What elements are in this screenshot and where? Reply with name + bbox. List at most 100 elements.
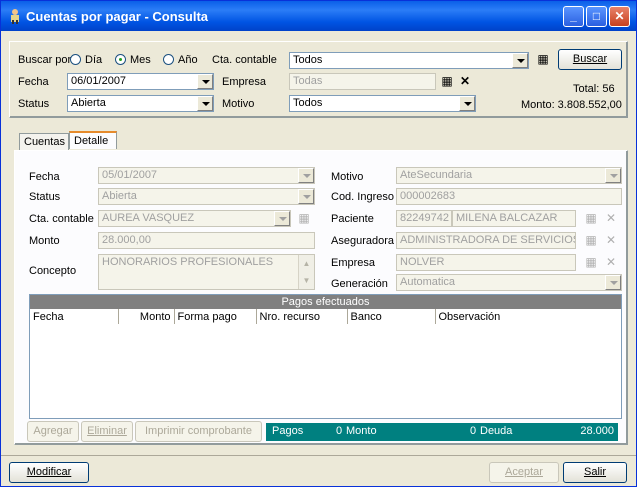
- detail-panel: Fecha 05/01/2007 Status Abierta Cta. con…: [14, 150, 628, 445]
- detail-concepto-textarea[interactable]: HONORARIOS PROFESIONALES ▲ ▼: [98, 254, 315, 290]
- detail-motivo-select[interactable]: AteSecundaria: [396, 167, 622, 184]
- detail-generacion-value: Automatica: [400, 276, 456, 288]
- payments-header: Fecha Monto Forma pago Nro. recurso Banc…: [30, 309, 621, 324]
- empresa-field[interactable]: Todas: [289, 73, 436, 90]
- aceptar-button[interactable]: Aceptar: [489, 462, 559, 483]
- col-banco[interactable]: Banco: [347, 309, 436, 324]
- agregar-button[interactable]: Agregar: [27, 421, 79, 442]
- detail-monto-field[interactable]: 28.000,00: [98, 232, 315, 249]
- buscar-por-label: Buscar por: [18, 54, 72, 66]
- chevron-down-icon[interactable]: [274, 211, 290, 226]
- scroll-arrows-icon[interactable]: ▲ ▼: [298, 255, 314, 289]
- col-observacion[interactable]: Observación: [435, 309, 621, 324]
- cta-contable-label: Cta. contable: [212, 54, 277, 66]
- clear-icon[interactable]: ✕: [456, 73, 474, 90]
- motivo-value: Todos: [293, 97, 323, 109]
- deuda-label: Deuda: [480, 425, 513, 437]
- filter-panel: Buscar por Día Mes Año Cta. contable Tod…: [9, 41, 628, 118]
- detail-cod-label: Cod. Ingreso: [331, 191, 394, 203]
- status-select[interactable]: Abierta: [67, 95, 214, 112]
- total-text: Total: 56: [573, 83, 615, 95]
- col-monto[interactable]: Monto: [118, 309, 175, 324]
- radio-anio[interactable]: [163, 54, 174, 65]
- close-button[interactable]: ✕: [609, 6, 630, 27]
- detail-empresa-label: Empresa: [331, 257, 376, 269]
- buscar-button[interactable]: Buscar: [558, 49, 622, 70]
- detail-aseguradora-label: Aseguradora: [331, 235, 394, 247]
- chevron-down-icon[interactable]: [197, 74, 213, 89]
- detail-monto-label: Monto: [29, 235, 60, 247]
- radio-dia-label: Día: [85, 54, 103, 66]
- detail-empresa-field[interactable]: NOLVER: [396, 254, 576, 271]
- minimize-button[interactable]: _: [563, 6, 584, 27]
- summary-bar: Pagos 0 Monto 0 Deuda 28.000: [266, 423, 618, 441]
- eliminar-button[interactable]: Eliminar: [81, 421, 133, 442]
- tab-cuentas[interactable]: Cuentas: [19, 133, 69, 151]
- radio-anio-label: Año: [178, 54, 198, 66]
- motivo-select[interactable]: Todos: [289, 95, 476, 112]
- grid-icon[interactable]: ▦: [295, 210, 313, 227]
- deuda-value: 28.000: [580, 425, 614, 437]
- title-bar[interactable]: Cuentas por pagar - Consulta _ □ ✕: [1, 1, 636, 31]
- salir-button[interactable]: Salir: [563, 462, 627, 483]
- clear-icon[interactable]: ✕: [602, 210, 620, 227]
- detail-generacion-label: Generación: [331, 278, 388, 290]
- chevron-down-icon[interactable]: [605, 275, 621, 290]
- col-fecha[interactable]: Fecha: [30, 309, 119, 324]
- chevron-down-icon[interactable]: [298, 189, 314, 204]
- app-icon: [11, 9, 19, 24]
- detail-cta-value: AUREA VASQUEZ: [102, 212, 195, 224]
- detail-status-select[interactable]: Abierta: [98, 188, 315, 205]
- detail-fecha-value: 05/01/2007: [102, 169, 158, 181]
- empresa-label: Empresa: [222, 76, 267, 88]
- detail-fecha-label: Fecha: [29, 171, 60, 183]
- detail-concepto-value: HONORARIOS PROFESIONALES: [102, 256, 274, 268]
- detail-motivo-label: Motivo: [331, 171, 364, 183]
- monto-label: Monto: [346, 425, 377, 437]
- maximize-button[interactable]: □: [586, 6, 607, 27]
- footer-divider: [1, 455, 636, 456]
- grid-icon[interactable]: ▦: [582, 254, 600, 271]
- fecha-value: 06/01/2007: [71, 75, 127, 87]
- col-forma-pago[interactable]: Forma pago: [174, 309, 257, 324]
- chevron-down-icon[interactable]: [512, 53, 528, 68]
- detail-cta-select[interactable]: AUREA VASQUEZ: [98, 210, 291, 227]
- detail-motivo-value: AteSecundaria: [400, 169, 473, 181]
- clear-icon[interactable]: ✕: [602, 254, 620, 271]
- cta-contable-select[interactable]: Todos: [289, 52, 529, 69]
- imprimir-button[interactable]: Imprimir comprobante: [135, 421, 262, 442]
- fecha-select[interactable]: 06/01/2007: [67, 73, 214, 90]
- clear-icon[interactable]: ✕: [602, 232, 620, 249]
- modificar-button[interactable]: Modificar: [9, 462, 89, 483]
- detail-concepto-label: Concepto: [29, 265, 77, 277]
- detail-cod-field[interactable]: 000002683: [396, 188, 622, 205]
- radio-dia[interactable]: [70, 54, 81, 65]
- chevron-down-icon[interactable]: [197, 96, 213, 111]
- payments-title: Pagos efectuados: [30, 295, 621, 309]
- grid-icon[interactable]: ▦: [438, 73, 456, 90]
- grid-icon[interactable]: ▦: [582, 210, 600, 227]
- chevron-down-icon[interactable]: [605, 168, 621, 183]
- pagos-value: 0: [336, 425, 343, 437]
- window-title: Cuentas por pagar - Consulta: [26, 9, 209, 24]
- payments-grid: Pagos efectuados Fecha Monto Forma pago …: [29, 294, 622, 419]
- detail-paciente-label: Paciente: [331, 213, 374, 225]
- detail-fecha-select[interactable]: 05/01/2007: [98, 167, 315, 184]
- radio-mes[interactable]: [115, 54, 126, 65]
- radio-mes-label: Mes: [130, 54, 151, 66]
- detail-paciente-name[interactable]: MILENA BALCAZAR: [452, 210, 576, 227]
- pagos-label: Pagos: [272, 425, 304, 437]
- detail-generacion-select[interactable]: Automatica: [396, 274, 622, 291]
- tab-detalle[interactable]: Detalle: [69, 131, 117, 149]
- col-nro-recurso[interactable]: Nro. recurso: [256, 309, 348, 324]
- grid-icon[interactable]: ▦: [534, 51, 552, 68]
- empresa-value: Todas: [293, 75, 323, 87]
- grid-icon[interactable]: ▦: [582, 232, 600, 249]
- cta-contable-value: Todos: [293, 54, 323, 66]
- detail-aseguradora-field[interactable]: ADMINISTRADORA DE SERVICIOS: [396, 232, 576, 249]
- chevron-down-icon[interactable]: [459, 96, 475, 111]
- fecha-label: Fecha: [18, 76, 49, 88]
- chevron-down-icon[interactable]: [298, 168, 314, 183]
- status-value: Abierta: [71, 97, 106, 109]
- detail-paciente-id[interactable]: 82249742: [396, 210, 452, 227]
